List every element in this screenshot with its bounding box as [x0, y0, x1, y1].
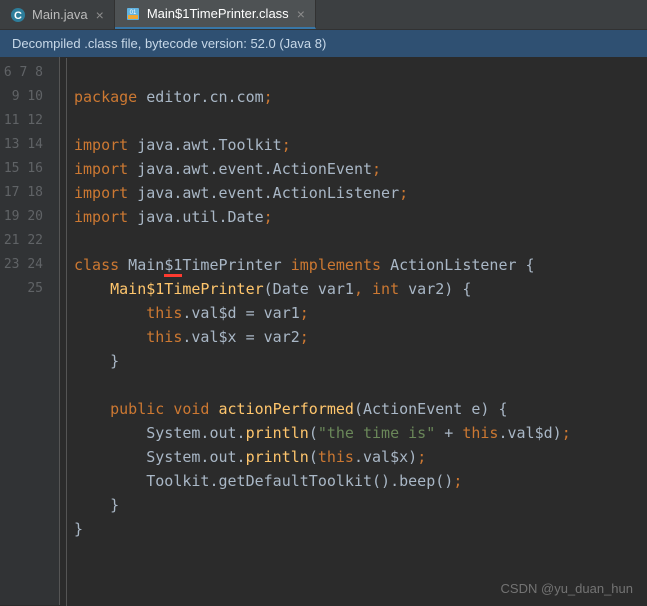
sysout: System.out. [146, 424, 245, 442]
method-call: println [246, 424, 309, 442]
constructor-name: Main$1TimePrinter [110, 280, 264, 298]
sysout: System.out. [146, 448, 245, 466]
semicolon: ; [453, 472, 462, 490]
class-name: TimePrinter [182, 256, 290, 274]
comma: , [354, 280, 372, 298]
method-call: println [246, 448, 309, 466]
semicolon: ; [282, 136, 291, 154]
semicolon: ; [264, 88, 273, 106]
interface: ActionListener { [381, 256, 535, 274]
keyword: import [74, 160, 128, 178]
keyword: this [146, 328, 182, 346]
code-area[interactable]: package editor.cn.com; import java.awt.T… [60, 57, 571, 605]
method-call: getDefaultToolkit [219, 472, 373, 490]
import: java.awt.event.ActionEvent [128, 160, 372, 178]
semicolon: ; [562, 424, 571, 442]
statement: .val$x = var2 [182, 328, 299, 346]
close-icon[interactable]: × [96, 7, 104, 23]
params: (Date var1 [264, 280, 354, 298]
package-name: editor.cn.com [137, 88, 263, 106]
tab-label: Main.java [32, 7, 88, 22]
field-access: .val$x) [354, 448, 417, 466]
toolkit: Toolkit. [146, 472, 218, 490]
class-name-underlined: $1 [164, 256, 182, 277]
params: (ActionEvent e) { [354, 400, 508, 418]
brace: } [74, 520, 83, 538]
keyword: void [173, 400, 209, 418]
operator: + [435, 424, 462, 442]
brace: } [110, 352, 119, 370]
semicolon: ; [300, 304, 309, 322]
svg-text:01: 01 [129, 10, 136, 16]
keyword: package [74, 88, 137, 106]
semicolon: ; [399, 184, 408, 202]
tab-main-java[interactable]: C Main.java × [0, 0, 115, 29]
method-call: ().beep() [372, 472, 453, 490]
import: java.awt.Toolkit [128, 136, 282, 154]
semicolon: ; [417, 448, 426, 466]
close-icon[interactable]: × [297, 6, 305, 22]
keyword: public [110, 400, 164, 418]
keyword: this [462, 424, 498, 442]
method-name: actionPerformed [219, 400, 354, 418]
keyword: this [318, 448, 354, 466]
keyword: class [74, 256, 119, 274]
keyword: import [74, 208, 128, 226]
tab-timeprinter-class[interactable]: 01 Main$1TimePrinter.class × [115, 0, 316, 29]
decompile-banner: Decompiled .class file, bytecode version… [0, 30, 647, 57]
keyword: import [74, 136, 128, 154]
keyword: implements [291, 256, 381, 274]
semicolon: ; [372, 160, 381, 178]
import: java.util.Date [128, 208, 263, 226]
statement: .val$d = var1 [182, 304, 299, 322]
editor-tabs: C Main.java × 01 Main$1TimePrinter.class… [0, 0, 647, 30]
watermark: CSDN @yu_duan_hun [501, 581, 633, 596]
string-literal: "the time is" [318, 424, 435, 442]
class-icon: C [10, 7, 26, 23]
code-editor: 6 7 8 9 10 11 12 13 14 15 16 17 18 19 20… [0, 57, 647, 605]
line-gutter: 6 7 8 9 10 11 12 13 14 15 16 17 18 19 20… [0, 57, 60, 605]
import: java.awt.event.ActionListener [128, 184, 399, 202]
bytecode-icon: 01 [125, 6, 141, 22]
tab-label: Main$1TimePrinter.class [147, 6, 289, 21]
keyword: import [74, 184, 128, 202]
keyword: this [146, 304, 182, 322]
class-name: Main [119, 256, 164, 274]
svg-text:C: C [14, 10, 22, 22]
keyword: int [372, 280, 399, 298]
gutter-separator [66, 58, 67, 606]
params: var2) { [399, 280, 471, 298]
semicolon: ; [300, 328, 309, 346]
field-access: .val$d) [498, 424, 561, 442]
brace: } [110, 496, 119, 514]
semicolon: ; [264, 208, 273, 226]
